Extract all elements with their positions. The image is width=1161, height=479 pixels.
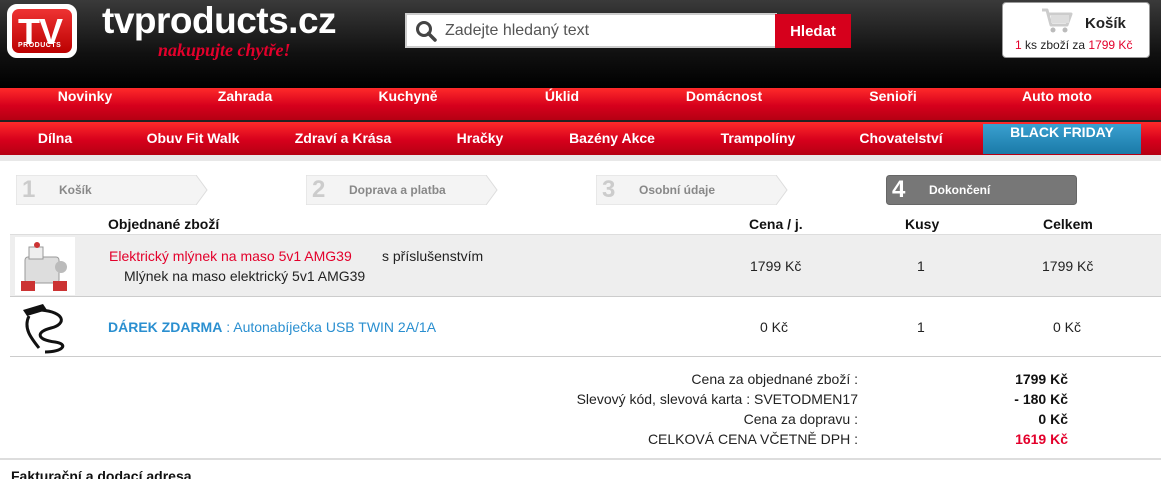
table-row: DÁREK ZDARMA : Autonabíječka USB TWIN 2A… [10, 296, 1161, 357]
site-name[interactable]: tvproducts.cz [102, 0, 337, 42]
unit-price: 1799 Kč [750, 258, 802, 274]
nav-item-black-friday[interactable]: BLACK FRIDAY [983, 124, 1141, 154]
step-label: Dokončení [929, 183, 991, 197]
cart-summary: 1 ks zboží za 1799 Kč [1015, 38, 1132, 52]
search-icon [416, 21, 437, 42]
slogan: nakupujte chytře! [158, 40, 291, 60]
nav-item-bazeny[interactable]: Bazény Akce [557, 122, 667, 155]
product-image[interactable] [15, 237, 75, 295]
billing-heading: Fakturační a dodací adresa [11, 468, 192, 479]
unit-price: 0 Kč [760, 319, 789, 335]
nav-primary: Novinky Zahrada Kuchyně Úklid Domácnost … [0, 88, 1161, 120]
cart-count: 1 [1015, 38, 1022, 52]
step-cart[interactable]: 1 Košík [16, 175, 208, 205]
nav-item-auto-moto[interactable]: Auto moto [1002, 88, 1112, 120]
discount-value: - 180 Kč [1014, 391, 1068, 407]
shipping-price-value: 0 Kč [1038, 411, 1068, 427]
header-qty: Kusy [905, 216, 940, 232]
step-number: 1 [22, 176, 36, 203]
total-price-value: 1619 Kč [1015, 431, 1068, 447]
step-arrow [16, 175, 208, 205]
step-label: Osobní údaje [639, 183, 716, 197]
quantity: 1 [917, 258, 925, 274]
site-header: TV PRODUCTS tvproducts.cz nakupujte chyt… [0, 0, 1161, 88]
nav-item-dilna[interactable]: Dílna [0, 122, 110, 155]
logo-subtext: PRODUCTS [18, 42, 62, 49]
nav-item-uklid[interactable]: Úklid [507, 88, 617, 120]
discount-label: Slevový kód, slevová karta : SVETODMEN17 [576, 391, 858, 407]
step-label: Doprava a platba [349, 183, 446, 197]
header-price: Cena / j. [749, 216, 803, 232]
gift-link[interactable]: DÁREK ZDARMA : Autonabíječka USB TWIN 2A… [108, 319, 436, 335]
product-image[interactable] [15, 298, 75, 356]
header-total: Celkem [1043, 216, 1093, 232]
product-link[interactable]: Elektrický mlýnek na maso 5v1 AMG39 [109, 248, 352, 264]
step-shipping[interactable]: 2 Doprava a platba [306, 175, 498, 205]
nav-item-hracky[interactable]: Hračky [425, 122, 535, 155]
items-price-label: Cena za objednané zboží : [691, 371, 858, 387]
header-item: Objednané zboží [108, 216, 220, 232]
section-divider [0, 458, 1161, 460]
quantity: 1 [917, 319, 925, 335]
nav-shadow [0, 155, 1161, 161]
step-finish: 4 Dokončení [886, 175, 1078, 205]
search-button[interactable]: Hledat [775, 14, 851, 48]
product-suffix: s příslušenstvím [382, 248, 484, 264]
shipping-price-label: Cena za dopravu : [743, 411, 858, 427]
step-number: 3 [602, 176, 616, 203]
cart-summary-text: ks zboží za [1025, 38, 1086, 52]
gift-product: : Autonabíječka USB TWIN 2A/1A [222, 319, 437, 335]
nav-item-zahrada[interactable]: Zahrada [190, 88, 300, 120]
nav-item-trampoliny[interactable]: Trampolíny [703, 122, 813, 155]
gift-label: DÁREK ZDARMA [108, 319, 223, 335]
step-number: 4 [892, 176, 906, 203]
nav-item-seniori[interactable]: Senioři [838, 88, 948, 120]
cart-icon [1042, 8, 1073, 33]
logo[interactable]: TV PRODUCTS [7, 4, 77, 58]
items-price-value: 1799 Kč [1015, 371, 1068, 387]
cart-total: 1799 Kč [1088, 38, 1133, 52]
step-personal[interactable]: 3 Osobní údaje [596, 175, 788, 205]
cart-title: Košík [1085, 15, 1126, 32]
nav-item-chovatelstvi[interactable]: Chovatelství [846, 122, 956, 155]
search-box [405, 13, 777, 48]
nav-item-domacnost[interactable]: Domácnost [669, 88, 779, 120]
search-input[interactable] [445, 15, 775, 46]
line-total: 1799 Kč [1042, 258, 1094, 274]
line-total: 0 Kč [1053, 319, 1082, 335]
table-row: Elektrický mlýnek na maso 5v1 AMG39 s př… [10, 234, 1161, 296]
nav-item-novinky[interactable]: Novinky [30, 88, 140, 120]
nav-item-kuchyne[interactable]: Kuchyně [353, 88, 463, 120]
nav-item-obuv[interactable]: Obuv Fit Walk [128, 122, 258, 155]
cart-widget[interactable]: Košík 1 ks zboží za 1799 Kč [1002, 2, 1150, 58]
nav-item-zdravi[interactable]: Zdraví a Krása [278, 122, 408, 155]
product-subtitle: Mlýnek na maso elektrický 5v1 AMG39 [124, 268, 366, 284]
step-number: 2 [312, 176, 326, 203]
nav-secondary: Dílna Obuv Fit Walk Zdraví a Krása Hračk… [0, 122, 1161, 155]
total-price-label: CELKOVÁ CENA VČETNĚ DPH : [647, 431, 858, 447]
step-label: Košík [59, 183, 92, 197]
